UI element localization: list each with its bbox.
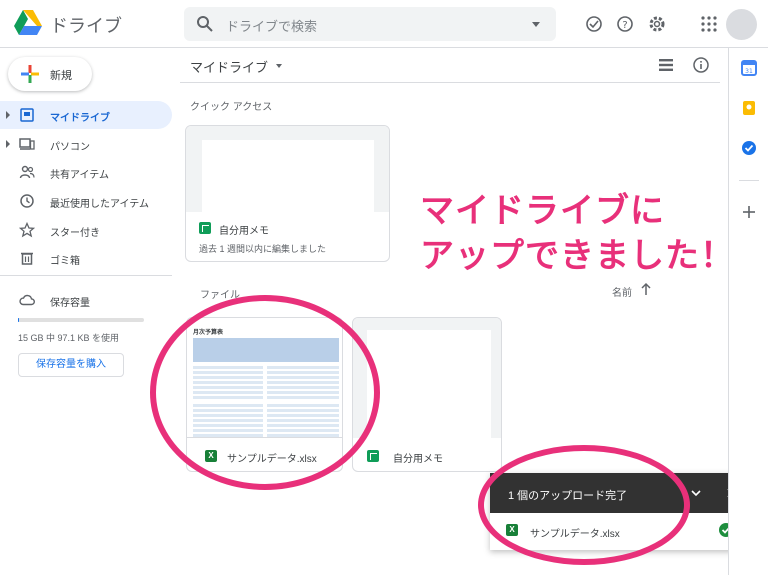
star-icon (19, 222, 35, 238)
search-options-icon[interactable] (532, 22, 540, 27)
drive-logo-icon[interactable] (14, 10, 42, 36)
chevron-down-icon[interactable] (276, 64, 282, 68)
sidebar-item-my-drive[interactable]: マイドライブ (0, 101, 172, 129)
add-addon-plus-icon[interactable] (742, 205, 756, 219)
sidebar-item-storage[interactable]: 保存容量 (0, 286, 172, 314)
search-input[interactable]: ドライブで検索 (226, 16, 317, 35)
sidebar-item-label: 最近使用したアイテム (50, 199, 149, 210)
sidebar-item-label: パソコン (50, 142, 90, 153)
clock-icon (20, 194, 34, 208)
trash-icon (21, 252, 33, 265)
search-icon[interactable] (196, 15, 214, 33)
callout-line-2: アップできました！ (419, 236, 735, 275)
tasks-icon[interactable] (741, 140, 757, 156)
main-header-divider (180, 82, 720, 83)
rail-divider (739, 180, 759, 181)
page-title[interactable]: マイドライブ (190, 57, 268, 76)
cloud-icon (19, 294, 35, 306)
new-button-label: 新規 (50, 70, 72, 82)
sidebar-item-shared[interactable]: 共有アイテム (0, 158, 172, 186)
apps-grid-icon[interactable] (699, 14, 719, 34)
account-avatar[interactable] (726, 9, 757, 40)
sidebar-item-label: マイドライブ (50, 113, 110, 124)
search-bar[interactable]: ドライブで検索 (184, 7, 556, 41)
doc-preview (202, 140, 374, 212)
sheets-file-icon (199, 222, 211, 234)
quick-access-card[interactable]: 自分用メモ 過去 1 週間以内に編集しました (185, 125, 390, 262)
sidebar-item-starred[interactable]: スター付き (0, 216, 172, 244)
storage-usage-bar (18, 318, 144, 322)
expand-arrow-icon[interactable] (6, 111, 10, 119)
highlight-ring-upload (478, 445, 690, 565)
buy-storage-button[interactable]: 保存容量を購入 (18, 353, 124, 377)
file-name: 自分用メモ (393, 454, 443, 465)
quick-card-subtitle: 過去 1 週間以内に編集しました (199, 244, 327, 254)
sidebar-item-label: 共有アイテム (50, 170, 109, 181)
sidebar-item-label: 保存容量 (50, 298, 90, 309)
side-panel-rail: 31 (728, 48, 768, 575)
my-drive-icon (20, 108, 34, 122)
calendar-icon[interactable]: 31 (741, 60, 757, 76)
app-title[interactable]: ドライブ (50, 12, 122, 38)
shared-people-icon (19, 165, 35, 179)
callout-line-1: マイドライブに (419, 191, 665, 230)
sidebar-item-computers[interactable]: パソコン (0, 130, 172, 158)
new-button[interactable]: 新規 (8, 57, 92, 91)
keep-icon[interactable] (741, 100, 757, 116)
sidebar-item-trash[interactable]: ゴミ箱 (0, 244, 172, 272)
info-icon[interactable] (692, 56, 710, 74)
quick-card-name: 自分用メモ (219, 226, 269, 237)
computer-icon (19, 138, 35, 150)
sheets-file-icon (367, 450, 379, 462)
svg-text:31: 31 (745, 68, 753, 75)
file-thumbnail (186, 126, 389, 212)
sidebar-item-recent[interactable]: 最近使用したアイテム (0, 187, 172, 215)
svg-text:?: ? (622, 20, 627, 31)
settings-gear-icon[interactable] (647, 14, 667, 34)
plus-icon (21, 65, 39, 83)
highlight-ring-file (150, 295, 380, 490)
list-view-icon[interactable] (657, 57, 675, 73)
sidebar-item-label: スター付き (50, 228, 100, 239)
doc-preview (367, 330, 491, 438)
storage-usage-fill (18, 318, 20, 322)
help-icon[interactable]: ? (615, 14, 635, 34)
expand-arrow-icon[interactable] (6, 140, 10, 148)
sort-name-label[interactable]: 名前 (612, 284, 632, 299)
top-bar: ドライブ ドライブで検索 ? (0, 0, 768, 48)
chevron-down-icon[interactable] (690, 488, 702, 498)
sort-ascending-arrow-icon[interactable] (640, 282, 652, 296)
storage-usage-text: 15 GB 中 97.1 KB を使用 (18, 333, 120, 343)
sidebar-item-label: ゴミ箱 (50, 256, 80, 267)
drive-app: ドライブ ドライブで検索 ? 新規 マイドライブ パソコン 共有アイテム 最近使… (0, 0, 768, 575)
sidebar-divider (0, 275, 172, 276)
quick-access-label: クイック アクセス (190, 102, 273, 113)
offline-status-icon[interactable] (584, 14, 604, 34)
